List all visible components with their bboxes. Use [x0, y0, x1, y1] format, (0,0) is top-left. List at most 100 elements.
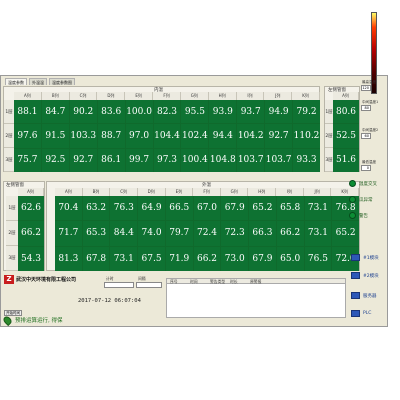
column-header: F列	[153, 92, 181, 100]
indicator-temp-cross[interactable]: 温度交叉	[349, 180, 377, 187]
temperature-cell: 95.5	[181, 100, 209, 124]
temperature-cell: 76.5	[304, 246, 332, 271]
row-label: 3层	[4, 148, 14, 172]
temperature-cell: 99.7	[125, 148, 153, 172]
timing-field[interactable]	[104, 282, 134, 288]
temperature-cell: 63.2	[82, 196, 110, 221]
temperature-cell: 97.3	[153, 148, 181, 172]
column-header: C列	[110, 188, 138, 196]
scale-value-mid1[interactable]: 80	[361, 105, 371, 111]
current-datetime: 2017-07-12 06:07:04	[78, 298, 141, 304]
temperature-cell: 88.7	[97, 124, 125, 148]
indicator-label: 温度交叉	[359, 181, 377, 187]
column-header: E列	[125, 92, 154, 100]
temperature-cell: 66.2	[193, 246, 221, 271]
temperature-cell: 86.1	[97, 148, 125, 172]
module-label: 服务器	[363, 293, 377, 299]
tab-bar: 温度参数 外温温 温度参数图	[5, 78, 75, 85]
inner-temp-panel: 内温 A列 B列 C列 D列 E列 F列 G列 H列 I列 J列 K列 1层 2…	[3, 86, 320, 172]
temperature-cell: 84.7	[41, 100, 69, 124]
temperature-cell: 66.3	[249, 221, 276, 246]
temperature-cell: 83.6	[97, 100, 125, 124]
temperature-cell: 51.6	[333, 148, 359, 172]
column-header: F列	[193, 188, 221, 196]
bottom-side-panel: 左侧管窗 A列 1层 2层 3层 62.6 66.2 54.3	[3, 181, 45, 271]
indicator-warning[interactable]: 警告	[349, 212, 368, 219]
temperature-cell: 67.9	[249, 246, 276, 271]
temperature-cell: 110.2	[293, 124, 320, 148]
column-header: B列	[82, 188, 111, 196]
temperature-cell: 84.4	[110, 221, 138, 246]
status-dot-icon	[349, 212, 356, 219]
column-header: G列	[220, 188, 249, 196]
temperature-cell: 82.3	[153, 100, 181, 124]
module-2[interactable]: #2模块	[351, 272, 379, 279]
temperature-cell: 97.0	[125, 124, 153, 148]
indicator-label: 瓜异常	[359, 197, 373, 203]
table-header-cell: 时间	[190, 279, 198, 284]
temperature-cell: 103.3	[69, 124, 97, 148]
temperature-cell: 66.2	[18, 221, 44, 246]
table-header-cell: 序号	[170, 279, 178, 284]
top-side-panel: 左侧管窗 A列 1层 2层 3层 80.6 52.5 51.6	[324, 86, 360, 172]
table-header-cell: 原警报	[250, 279, 262, 284]
temperature-cell: 70.4	[55, 196, 82, 221]
location-pin-icon	[1, 314, 14, 326]
alarm-table-body[interactable]	[166, 284, 346, 318]
temperature-cell: 65.0	[276, 246, 304, 271]
indicator-abnormal[interactable]: 瓜异常	[349, 196, 373, 203]
column-header: H列	[208, 92, 237, 100]
module-label: #2模块	[363, 273, 379, 279]
module-server[interactable]: 服务器	[351, 292, 377, 299]
row-label: 1层	[4, 100, 14, 124]
temperature-cell: 76.3	[110, 196, 138, 221]
tab-temperature-params[interactable]: 温度参数	[5, 78, 27, 85]
temperature-cell: 88.1	[14, 100, 41, 124]
scale-value-max[interactable]: 120	[361, 85, 371, 91]
bottom-side-grid: 62.6 66.2 54.3	[18, 196, 44, 271]
company-logo: Z 武汉中天环境有限工程公司	[4, 274, 86, 284]
temperature-cell: 97.6	[14, 124, 41, 148]
temperature-cell: 104.4	[153, 124, 181, 148]
temperature-cell: 102.4	[181, 124, 209, 148]
scale-value-min[interactable]: 0	[361, 165, 371, 171]
tab-temp-chart[interactable]: 温度参数图	[49, 78, 75, 85]
column-header: K列	[331, 188, 359, 196]
company-name: 武汉中天环境有限工程公司	[16, 276, 77, 283]
column-header: G列	[180, 92, 209, 100]
temperature-cell: 74.0	[138, 221, 165, 246]
temperature-cell: 66.5	[165, 196, 193, 221]
status-message: 预排运算运行, 得保	[15, 318, 63, 324]
temperature-cell: 72.3	[221, 221, 249, 246]
outer-temp-column-headers: A列 B列 C列 D列 E列 F列 G列 H列 I列 J列 K列	[55, 188, 359, 196]
temperature-cell: 103.7	[237, 148, 265, 172]
module-label: #1模块	[363, 255, 379, 261]
temperature-cell: 81.3	[55, 246, 82, 271]
temperature-cell: 93.3	[293, 148, 320, 172]
module-1[interactable]: #1模块	[351, 254, 379, 261]
temperature-cell: 71.9	[165, 246, 193, 271]
module-icon	[351, 272, 360, 279]
scale-value-mid2[interactable]: 60	[361, 133, 371, 139]
column-header: A列	[18, 188, 44, 196]
module-icon	[351, 254, 360, 261]
temperature-cell: 92.7	[69, 148, 97, 172]
interval-field[interactable]	[136, 282, 162, 288]
tab-outer-temp[interactable]: 外温温	[29, 78, 47, 85]
plc-icon	[351, 310, 360, 317]
inner-temp-column-headers: A列 B列 C列 D列 E列 F列 G列 H列 I列 J列 K列	[14, 92, 320, 100]
column-header: J列	[264, 92, 293, 100]
column-header: I列	[236, 92, 265, 100]
inner-temp-row-labels: 1层 2层 3层	[4, 100, 14, 172]
temperature-cell: 65.2	[249, 196, 276, 221]
row-label: 2层	[325, 124, 333, 148]
temperature-cell: 104.8	[209, 148, 237, 172]
temperature-cell: 93.7	[237, 100, 265, 124]
status-bar: 预排运算运行, 得保	[0, 313, 162, 327]
temperature-cell: 94.9	[265, 100, 293, 124]
outer-temp-grid: 70.4 63.2 76.3 64.9 66.5 67.0 67.9 65.2 65.8 73.1…	[55, 196, 359, 271]
temperature-cell: 72.4	[193, 221, 221, 246]
module-plc[interactable]: PLC	[351, 310, 371, 317]
temperature-cell: 80.6	[333, 100, 359, 124]
row-label: 3层	[6, 246, 18, 271]
